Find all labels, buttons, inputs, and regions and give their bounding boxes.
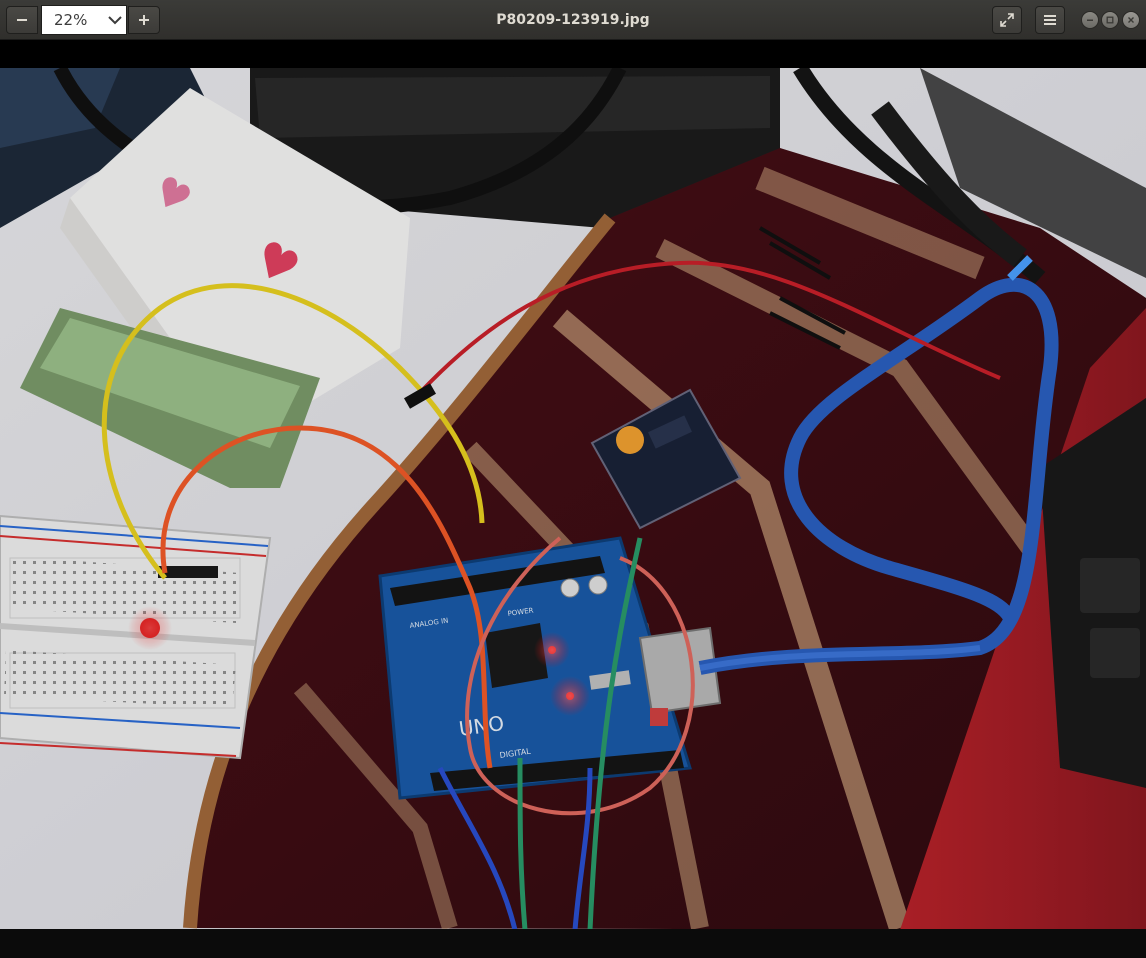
close-icon — [1128, 17, 1134, 23]
fullscreen-button[interactable] — [992, 6, 1022, 34]
close-button[interactable] — [1122, 11, 1140, 29]
zoom-in-button[interactable] — [128, 6, 160, 34]
header-bar: 22% P80209-123919.jpg — [0, 0, 1146, 40]
minimize-button[interactable] — [1081, 11, 1099, 29]
zoom-level-combo[interactable]: 22% — [41, 5, 127, 35]
chevron-down-icon — [104, 15, 126, 25]
photo-arduino-setup: ♥ ♥ UNO DIGITAL POWER ANALOG IN — [0, 68, 1146, 930]
hamburger-menu-icon — [1044, 15, 1056, 25]
zoom-level-value: 22% — [54, 11, 88, 29]
maximize-button[interactable] — [1101, 11, 1119, 29]
displayed-photo: ♥ ♥ UNO DIGITAL POWER ANALOG IN — [0, 68, 1146, 930]
minus-icon — [17, 19, 27, 21]
bottom-bar — [0, 929, 1146, 958]
fullscreen-icon — [1000, 13, 1014, 27]
zoom-out-button[interactable] — [6, 6, 38, 34]
plus-icon — [139, 15, 149, 25]
window-title: P80209-123919.jpg — [496, 12, 650, 28]
maximize-icon — [1106, 16, 1114, 24]
image-canvas[interactable]: ♥ ♥ UNO DIGITAL POWER ANALOG IN — [0, 40, 1146, 958]
menu-button[interactable] — [1035, 6, 1065, 34]
minimize-icon — [1087, 19, 1093, 21]
image-viewer-window: 22% P80209-123919.jpg ♥ ♥ UNO DIGITAL PO… — [0, 0, 1146, 958]
